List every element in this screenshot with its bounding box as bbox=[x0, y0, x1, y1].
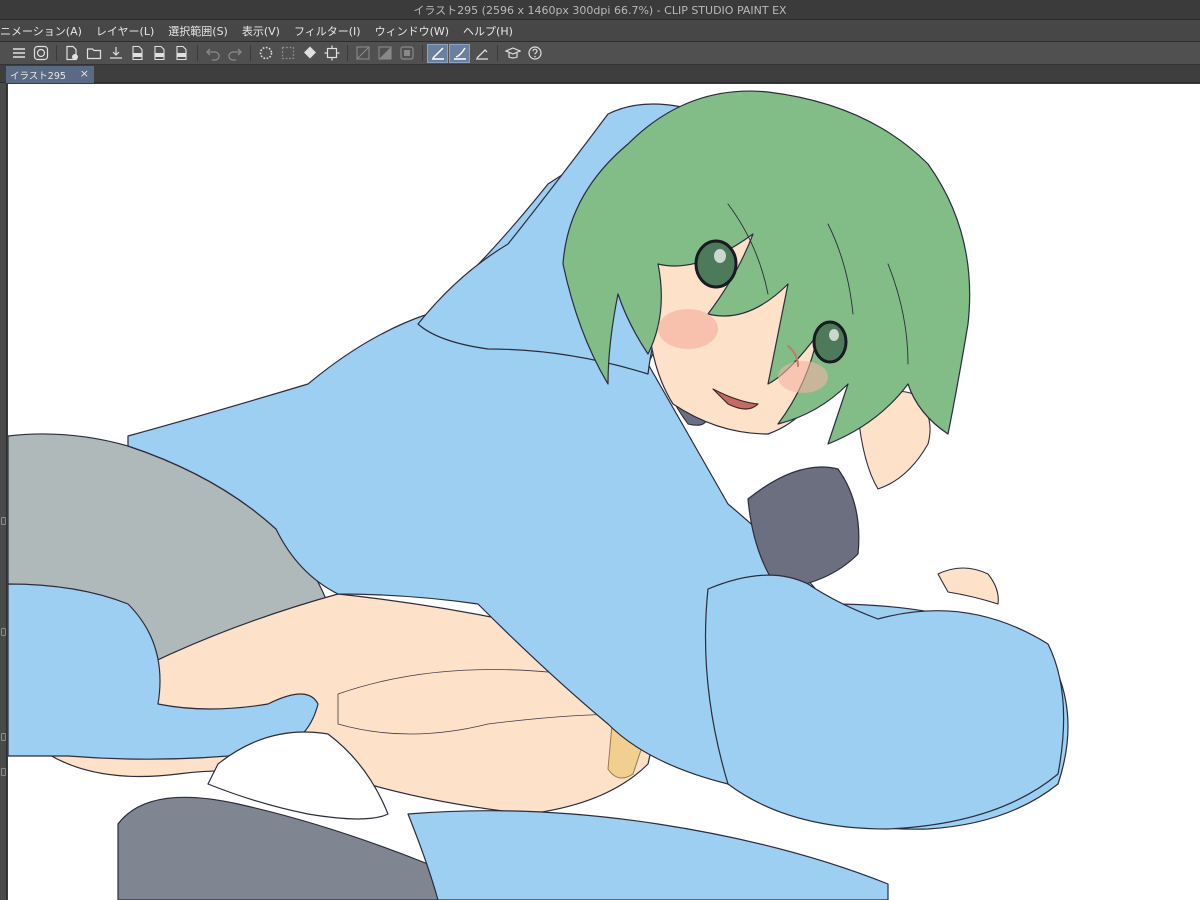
undo-button[interactable] bbox=[202, 44, 223, 63]
fill-button[interactable] bbox=[299, 44, 320, 63]
toolbar-divider bbox=[497, 45, 498, 61]
eye-left bbox=[694, 239, 738, 289]
menu-button[interactable] bbox=[8, 44, 29, 63]
new-file-button[interactable] bbox=[61, 44, 82, 63]
left-panel-edge[interactable] bbox=[0, 83, 7, 900]
menu-window[interactable]: ウィンドウ(W) bbox=[368, 23, 456, 39]
panel-handle-icon[interactable] bbox=[1, 628, 6, 636]
stabilize-button[interactable] bbox=[427, 43, 448, 63]
command-bar bbox=[0, 42, 1200, 65]
panel-handle-icon[interactable] bbox=[1, 733, 6, 741]
menu-view[interactable]: 表示(V) bbox=[235, 23, 287, 39]
snap-special-ruler-button[interactable] bbox=[374, 44, 395, 63]
learn-icon bbox=[504, 47, 521, 59]
panel-handle-icon[interactable] bbox=[1, 768, 6, 776]
pen-stabilize-button[interactable] bbox=[449, 43, 470, 63]
snap-grid-icon bbox=[399, 46, 414, 60]
clip-studio-icon bbox=[33, 45, 48, 61]
transform-button[interactable] bbox=[321, 44, 342, 63]
toolbar-divider bbox=[422, 45, 423, 61]
clear-selection-button[interactable] bbox=[277, 44, 298, 63]
snap-ruler-button[interactable] bbox=[352, 44, 373, 63]
fill-icon bbox=[303, 46, 316, 59]
save-icon bbox=[109, 47, 122, 59]
export-psd-icon bbox=[175, 45, 187, 61]
stabilize-icon bbox=[431, 47, 444, 60]
document-tab[interactable]: イラスト295 × bbox=[6, 66, 94, 83]
clear-selection-icon bbox=[281, 46, 294, 60]
new-file-icon bbox=[65, 45, 78, 61]
blush-left bbox=[658, 309, 718, 349]
menu-selection[interactable]: 選択範囲(S) bbox=[161, 23, 235, 39]
help-icon bbox=[527, 46, 542, 60]
pen-stabilize-icon bbox=[453, 47, 466, 60]
panel-handle-icon[interactable] bbox=[1, 517, 6, 525]
close-icon[interactable]: × bbox=[80, 67, 89, 80]
learn-button[interactable] bbox=[502, 44, 523, 63]
document-tab-bar: イラスト295 × bbox=[0, 65, 1200, 83]
blush-right bbox=[778, 361, 828, 393]
loading-icon bbox=[259, 46, 272, 60]
loading-button[interactable] bbox=[255, 44, 276, 63]
eye-right bbox=[812, 320, 848, 364]
ruler-icon bbox=[475, 49, 488, 60]
menu-layer[interactable]: レイヤー(L) bbox=[89, 23, 161, 39]
illustration bbox=[8, 90, 1069, 900]
export-psd-button[interactable] bbox=[171, 44, 192, 63]
export-jpg-button[interactable] bbox=[127, 44, 148, 63]
help-button[interactable] bbox=[524, 44, 545, 63]
transform-icon bbox=[324, 45, 339, 61]
toolbar-divider bbox=[347, 45, 348, 61]
export-jpg-icon bbox=[131, 45, 143, 61]
export-png-button[interactable] bbox=[149, 44, 170, 63]
bottom-hoodie bbox=[407, 810, 889, 900]
right-hand bbox=[937, 567, 999, 605]
open-folder-icon bbox=[86, 48, 101, 60]
document-tab-label: イラスト295 bbox=[10, 70, 66, 82]
toolbar-divider bbox=[250, 45, 251, 61]
toolbar-divider bbox=[197, 45, 198, 61]
redo-button[interactable] bbox=[224, 44, 245, 63]
eye-right-highlight bbox=[829, 329, 839, 341]
snap-ruler-icon bbox=[355, 46, 370, 60]
ruler-button[interactable] bbox=[471, 44, 492, 63]
export-png-icon bbox=[153, 45, 165, 61]
menu-icon bbox=[12, 48, 25, 58]
clip-studio-button[interactable] bbox=[30, 44, 51, 63]
snap-special-ruler-icon bbox=[377, 46, 392, 60]
menu-animation[interactable]: ニメーション(A) bbox=[0, 23, 89, 39]
save-button[interactable] bbox=[105, 44, 126, 63]
menu-filter[interactable]: フィルター(I) bbox=[287, 23, 368, 39]
snap-grid-button[interactable] bbox=[396, 44, 417, 63]
undo-icon bbox=[205, 48, 220, 61]
drawing-canvas[interactable] bbox=[8, 84, 1200, 900]
menu-help[interactable]: ヘルプ(H) bbox=[456, 23, 520, 39]
eye-left-highlight bbox=[714, 249, 726, 263]
toolbar-divider bbox=[56, 45, 57, 61]
menu-bar: ニメーション(A) レイヤー(L) 選択範囲(S) 表示(V) フィルター(I)… bbox=[0, 20, 1200, 42]
redo-icon bbox=[227, 48, 242, 61]
window-title: イラスト295 (2596 x 1460px 300dpi 66.7%) - C… bbox=[0, 0, 1200, 20]
open-button[interactable] bbox=[83, 44, 104, 63]
